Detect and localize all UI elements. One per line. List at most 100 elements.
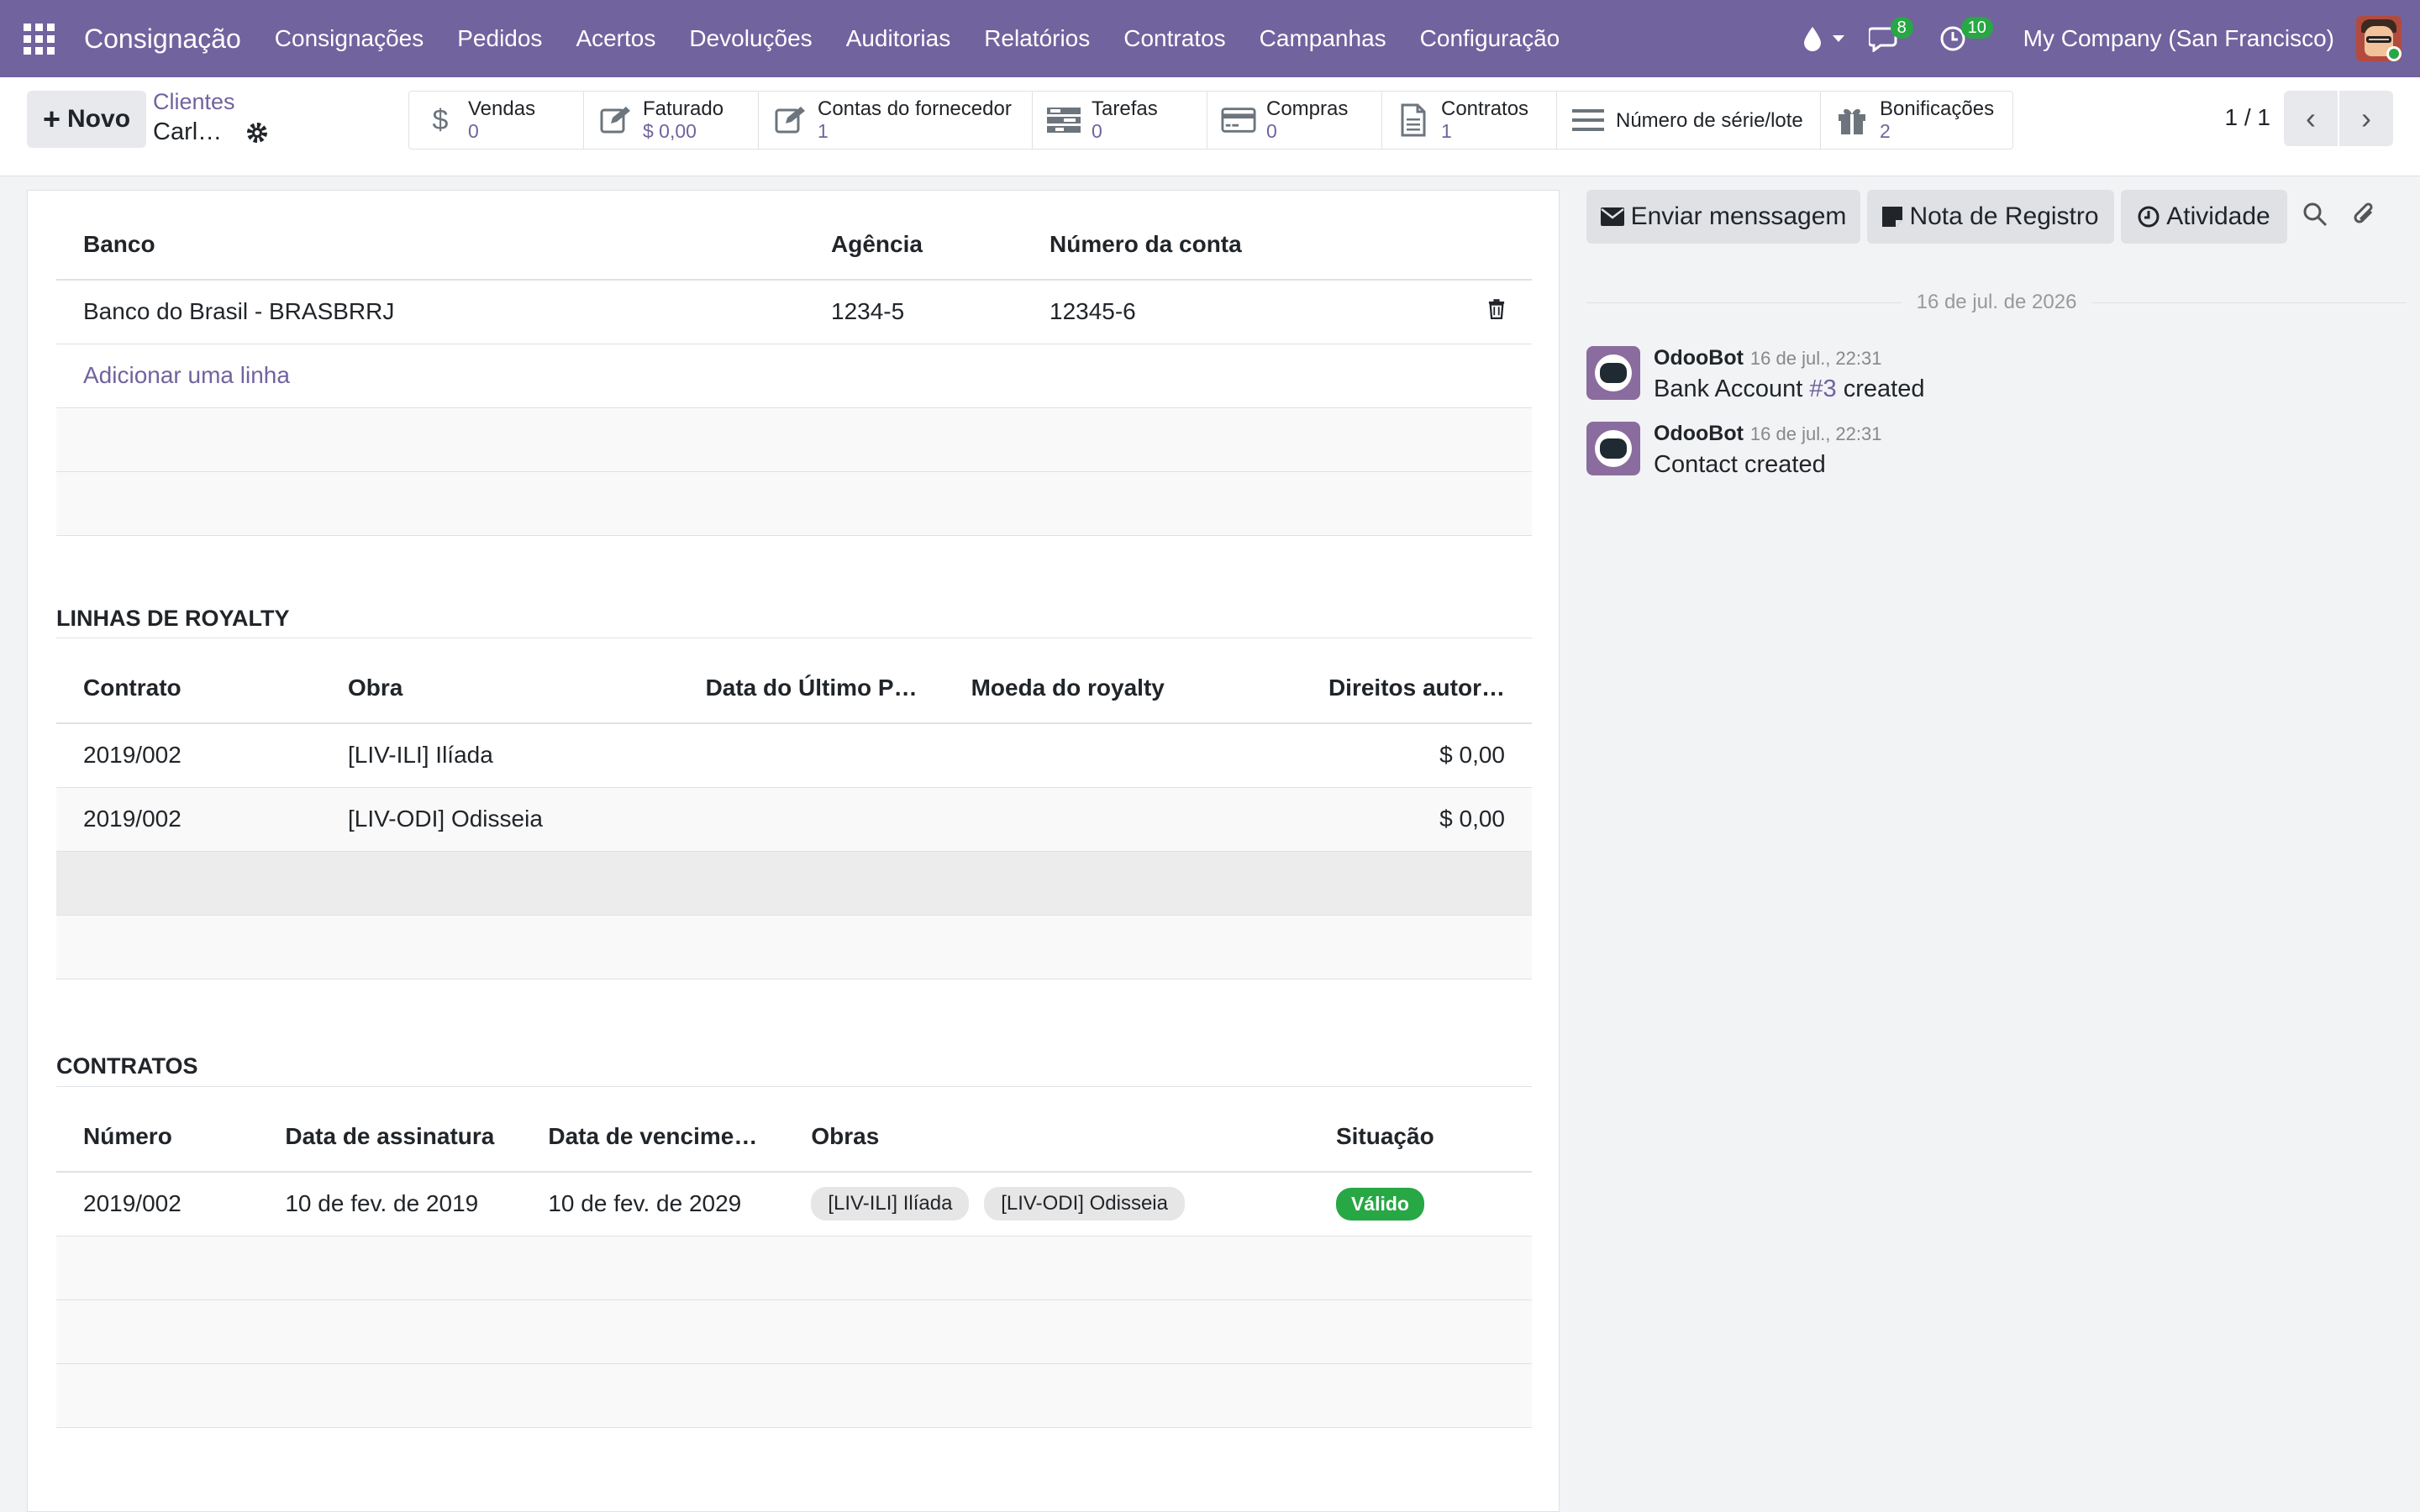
smart-button-bonificacoes[interactable]: Bonificações 2 bbox=[1821, 92, 2012, 149]
royalty-contract-cell[interactable]: 2019/002 bbox=[56, 787, 322, 852]
activities-systray[interactable]: 10 bbox=[1928, 0, 2005, 77]
message-author[interactable]: OdooBot bbox=[1654, 422, 1744, 445]
add-line-link[interactable]: Adicionar uma linha bbox=[56, 344, 1532, 408]
breadcrumb: Clientes Carl… bbox=[153, 89, 269, 146]
edit-icon bbox=[597, 102, 633, 138]
branch-cell[interactable]: 1234-5 bbox=[804, 280, 1023, 344]
send-message-button[interactable]: Enviar menssagem bbox=[1586, 190, 1860, 244]
menu-contratos[interactable]: Contratos bbox=[1107, 0, 1242, 77]
activity-button[interactable]: Atividade bbox=[2121, 190, 2287, 244]
royalty-amount-cell[interactable]: $ 0,00 bbox=[1301, 787, 1532, 852]
breadcrumb-current: Carl… bbox=[153, 118, 223, 145]
contract-number-cell[interactable]: 2019/002 bbox=[56, 1172, 259, 1236]
smart-button-vendas[interactable]: $ Vendas 0 bbox=[409, 92, 584, 149]
menu-campanhas[interactable]: Campanhas bbox=[1243, 0, 1403, 77]
menu-consignacoes[interactable]: Consignações bbox=[258, 0, 440, 77]
royalty-last-payment-cell[interactable] bbox=[678, 723, 944, 788]
menu-auditorias[interactable]: Auditorias bbox=[829, 0, 968, 77]
message-date: 16 de jul., 22:31 bbox=[1749, 348, 1882, 369]
pager-value[interactable]: 1 / 1 bbox=[2225, 104, 2270, 131]
smart-button-value: 0 bbox=[1266, 120, 1277, 142]
user-avatar[interactable] bbox=[2356, 16, 2402, 61]
smart-button-label: Contratos bbox=[1441, 97, 1529, 120]
tasks-icon bbox=[1046, 102, 1081, 138]
royalty-amount-cell[interactable]: $ 0,00 bbox=[1301, 723, 1532, 788]
control-panel: + Novo Clientes Carl… $ Vendas 0 Faturado… bbox=[0, 77, 2420, 176]
column-header-situacao[interactable]: Situação bbox=[1308, 1101, 1532, 1173]
column-header-numero-conta[interactable]: Número da conta bbox=[1023, 209, 1443, 281]
menu-devolucoes[interactable]: Devoluções bbox=[672, 0, 829, 77]
breadcrumb-parent-link[interactable]: Clientes bbox=[153, 89, 269, 115]
smart-button-faturado[interactable]: Faturado $ 0,00 bbox=[584, 92, 759, 149]
royalty-work-cell[interactable]: [LIV-ODI] Odisseia bbox=[321, 787, 679, 852]
smart-button-label: Tarefas bbox=[1092, 97, 1158, 120]
column-header-direitos-autorais[interactable]: Direitos autor… bbox=[1301, 653, 1532, 724]
smart-button-compras[interactable]: Compras 0 bbox=[1207, 92, 1382, 149]
odoobot-avatar[interactable] bbox=[1586, 422, 1640, 475]
message-body-text: Bank Account bbox=[1654, 375, 1810, 402]
menu-acertos[interactable]: Acertos bbox=[559, 0, 672, 77]
pager-previous-button[interactable]: ‹ bbox=[2284, 91, 2338, 146]
smart-button-contas-fornecedor[interactable]: Contas do fornecedor 1 bbox=[759, 92, 1033, 149]
activities-count-badge: 10 bbox=[1960, 17, 1993, 39]
royalty-contract-cell[interactable]: 2019/002 bbox=[56, 723, 322, 788]
menu-relatorios[interactable]: Relatórios bbox=[967, 0, 1107, 77]
pager-next-button[interactable]: › bbox=[2339, 91, 2393, 146]
table-row[interactable]: 2019/002 [LIV-ILI] Ilíada $ 0,00 bbox=[56, 723, 1532, 788]
smart-button-numero-serie-lote[interactable]: Número de série/lote bbox=[1557, 92, 1821, 149]
column-header-banco[interactable]: Banco bbox=[56, 209, 804, 281]
column-header-obra[interactable]: Obra bbox=[321, 653, 679, 724]
royalty-currency-cell[interactable] bbox=[944, 787, 1302, 852]
message-body-text: Contact created bbox=[1654, 451, 1826, 478]
credit-card-icon bbox=[1221, 102, 1256, 138]
log-note-label: Nota de Registro bbox=[1909, 202, 2099, 230]
clock-icon bbox=[2138, 206, 2160, 228]
smart-button-contratos[interactable]: Contratos 1 bbox=[1382, 92, 1557, 149]
account-number-cell[interactable]: 12345-6 bbox=[1023, 280, 1443, 344]
smart-button-tarefas[interactable]: Tarefas 0 bbox=[1033, 92, 1207, 149]
apps-menu-icon[interactable] bbox=[0, 0, 77, 77]
envelope-icon bbox=[1600, 207, 1624, 226]
column-header-contrato[interactable]: Contrato bbox=[56, 653, 322, 724]
gear-icon[interactable] bbox=[245, 121, 269, 144]
status-badge: Válido bbox=[1335, 1187, 1424, 1221]
app-brand[interactable]: Consignação bbox=[84, 24, 241, 55]
column-header-obras[interactable]: Obras bbox=[784, 1101, 1309, 1173]
messages-systray[interactable]: 8 bbox=[1857, 0, 1928, 77]
caret-down-icon bbox=[1832, 35, 1844, 42]
menu-pedidos[interactable]: Pedidos bbox=[440, 0, 559, 77]
table-row[interactable]: 2019/002 10 de fev. de 2019 10 de fev. d… bbox=[56, 1172, 1532, 1236]
paperclip-icon[interactable] bbox=[2351, 200, 2378, 228]
column-header-moeda-royalty[interactable]: Moeda do royalty bbox=[944, 653, 1302, 724]
royalty-work-cell[interactable]: [LIV-ILI] Ilíada bbox=[321, 723, 679, 788]
message-record-link[interactable]: #3 bbox=[1809, 375, 1836, 402]
table-row[interactable]: 2019/002 [LIV-ODI] Odisseia $ 0,00 bbox=[56, 787, 1532, 852]
company-switcher[interactable]: My Company (San Francisco) bbox=[2005, 25, 2356, 52]
contract-works-cell[interactable]: [LIV-ILI] Ilíada [LIV-ODI] Odisseia bbox=[784, 1172, 1309, 1236]
log-note-button[interactable]: Nota de Registro bbox=[1867, 190, 2114, 244]
search-icon[interactable] bbox=[2302, 202, 2328, 227]
column-header-agencia[interactable]: Agência bbox=[804, 209, 1023, 281]
royalty-currency-cell[interactable] bbox=[944, 723, 1302, 788]
bank-name-cell[interactable]: Banco do Brasil - BRASBRRJ bbox=[56, 280, 804, 344]
royalty-last-payment-cell[interactable] bbox=[678, 787, 944, 852]
column-header-numero[interactable]: Número bbox=[56, 1101, 259, 1173]
drop-icon-dropdown[interactable] bbox=[1790, 0, 1857, 77]
column-header-data-vencimento[interactable]: Data de vencime… bbox=[521, 1101, 785, 1173]
smart-button-label: Contas do fornecedor bbox=[818, 97, 1012, 120]
messages-count-badge: 8 bbox=[1890, 17, 1913, 39]
message-author[interactable]: OdooBot bbox=[1654, 346, 1744, 370]
contract-status-cell[interactable]: Válido bbox=[1308, 1172, 1532, 1236]
column-header-data-assinatura[interactable]: Data de assinatura bbox=[258, 1101, 522, 1173]
odoobot-avatar[interactable] bbox=[1586, 346, 1640, 400]
column-header-data-ultimo-pagamento[interactable]: Data do Último P… bbox=[678, 653, 944, 724]
contract-expiry-date-cell[interactable]: 10 de fev. de 2029 bbox=[521, 1172, 785, 1236]
table-row[interactable]: Banco do Brasil - BRASBRRJ 1234-5 12345-… bbox=[56, 280, 1532, 344]
chatter: Enviar menssagem Nota de Registro Ativid… bbox=[1573, 176, 2420, 1512]
plus-icon: + bbox=[42, 102, 61, 136]
chatter-message: OdooBot 16 de jul., 22:31 Bank Account #3… bbox=[1586, 346, 1924, 403]
menu-configuracao[interactable]: Configuração bbox=[1403, 0, 1577, 77]
contract-signature-date-cell[interactable]: 10 de fev. de 2019 bbox=[258, 1172, 522, 1236]
trash-icon[interactable] bbox=[1488, 299, 1505, 320]
new-button[interactable]: + Novo bbox=[27, 91, 146, 148]
